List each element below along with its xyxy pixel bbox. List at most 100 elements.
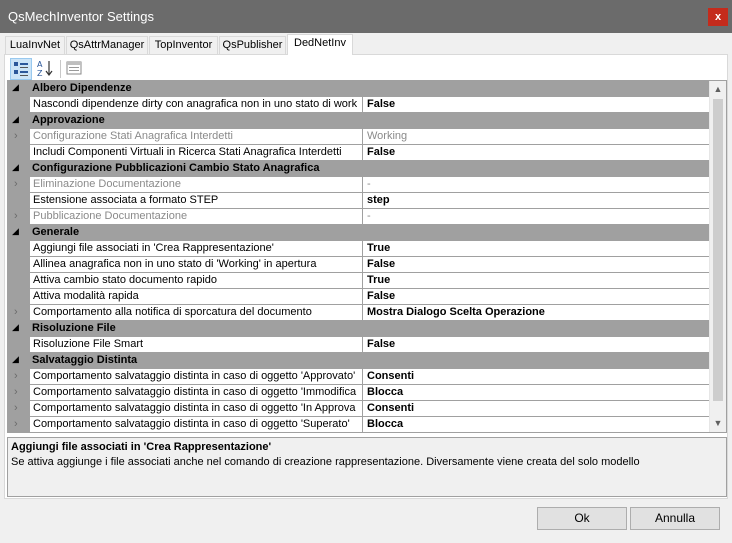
property-value[interactable]: Blocca (363, 385, 709, 401)
category-risoluzione-file[interactable]: ◢ Risoluzione File (8, 321, 709, 337)
property-value[interactable]: Blocca (363, 417, 709, 432)
scroll-down-icon[interactable]: ▼ (710, 415, 726, 432)
tab-qsattrmanager[interactable]: QsAttrManager (66, 36, 148, 54)
property-name: Eliminazione Documentazione (30, 177, 363, 193)
categorized-view-icon (14, 62, 28, 76)
category-salvataggio-distinta[interactable]: ◢ Salvataggio Distinta (8, 353, 709, 369)
expand-chevron-icon[interactable]: › (14, 178, 18, 190)
property-value[interactable]: False (363, 289, 709, 305)
property-row[interactable]: Risoluzione File Smart False (8, 337, 709, 353)
property-value[interactable]: Consenti (363, 369, 709, 385)
property-row[interactable]: Allinea anagrafica non in uno stato di '… (8, 257, 709, 273)
collapse-icon[interactable]: ◢ (12, 354, 19, 365)
property-value[interactable]: step (363, 193, 709, 209)
cancel-button[interactable]: Annulla (630, 507, 720, 530)
collapse-icon[interactable]: ◢ (12, 226, 19, 237)
scroll-up-icon[interactable]: ▲ (710, 81, 726, 98)
window-title: QsMechInventor Settings (8, 9, 154, 24)
expand-chevron-icon[interactable]: › (14, 210, 18, 222)
property-name: Comportamento salvataggio distinta in ca… (30, 417, 363, 432)
row-margin (8, 337, 30, 353)
row-margin: › (8, 417, 30, 432)
property-value[interactable]: False (363, 257, 709, 273)
category-label: Salvataggio Distinta (32, 354, 138, 366)
property-row[interactable]: › Eliminazione Documentazione - (8, 177, 709, 193)
property-name: Comportamento alla notifica di sporcatur… (30, 305, 363, 321)
row-margin: › (8, 305, 30, 321)
property-row[interactable]: Attiva modalità rapida False (8, 289, 709, 305)
scroll-thumb[interactable] (713, 99, 723, 401)
property-value: - (363, 177, 709, 193)
row-margin: › (8, 385, 30, 401)
ok-button[interactable]: Ok (537, 507, 627, 530)
collapse-icon[interactable]: ◢ (12, 82, 19, 93)
row-margin: › (8, 129, 30, 145)
property-name: Comportamento salvataggio distinta in ca… (30, 385, 363, 401)
property-row[interactable]: › Comportamento salvataggio distinta in … (8, 417, 709, 432)
collapse-icon[interactable]: ◢ (12, 114, 19, 125)
expand-chevron-icon[interactable]: › (14, 418, 18, 430)
property-value[interactable]: True (363, 241, 709, 257)
category-albero-dipendenze[interactable]: ◢ Albero Dipendenze (8, 81, 709, 97)
property-row[interactable]: › Pubblicazione Documentazione - (8, 209, 709, 225)
property-row[interactable]: Attiva cambio stato documento rapido Tru… (8, 273, 709, 289)
close-button[interactable]: x (708, 8, 728, 26)
property-row[interactable]: Includi Componenti Virtuali in Ricerca S… (8, 145, 709, 161)
row-margin: › (8, 369, 30, 385)
property-row[interactable]: Estensione associata a formato STEP step (8, 193, 709, 209)
row-margin: › (8, 209, 30, 225)
property-value[interactable]: True (363, 273, 709, 289)
property-row[interactable]: › Comportamento salvataggio distinta in … (8, 385, 709, 401)
row-margin (8, 273, 30, 289)
category-approvazione[interactable]: ◢ Approvazione (8, 113, 709, 129)
property-row[interactable]: › Comportamento salvataggio distinta in … (8, 369, 709, 385)
property-row[interactable]: › Comportamento salvataggio distinta in … (8, 401, 709, 417)
tab-dednetinv[interactable]: DedNetInv (287, 34, 353, 55)
property-value[interactable]: Mostra Dialogo Scelta Operazione (363, 305, 709, 321)
property-row[interactable]: Nascondi dipendenze dirty con anagrafica… (8, 97, 709, 113)
property-value[interactable]: False (363, 145, 709, 161)
collapse-icon[interactable]: ◢ (12, 162, 19, 173)
expand-chevron-icon[interactable]: › (14, 386, 18, 398)
expand-chevron-icon[interactable]: › (14, 130, 18, 142)
category-label: Risoluzione File (32, 322, 116, 334)
property-name: Attiva modalità rapida (30, 289, 363, 305)
row-margin (8, 241, 30, 257)
collapse-icon[interactable]: ◢ (12, 322, 19, 333)
row-margin: › (8, 401, 30, 417)
property-name: Comportamento salvataggio distinta in ca… (30, 369, 363, 385)
tab-page-dednetinv: A Z ◢ Albero Dipendenze Nascondi dipende… (4, 54, 728, 499)
row-margin (8, 257, 30, 273)
property-grid[interactable]: ◢ Albero Dipendenze Nascondi dipendenze … (7, 80, 727, 433)
property-value[interactable]: Consenti (363, 401, 709, 417)
toolbar-separator (60, 60, 61, 78)
category-label: Configurazione Pubblicazioni Cambio Stat… (32, 162, 320, 174)
row-margin (8, 289, 30, 305)
help-panel: Aggiungi file associati in 'Crea Rappres… (7, 437, 727, 497)
expand-chevron-icon[interactable]: › (14, 306, 18, 318)
category-label: Albero Dipendenze (32, 82, 132, 94)
categorized-view-button[interactable] (10, 58, 32, 80)
property-row[interactable]: Aggiungi file associati in 'Crea Rappres… (8, 241, 709, 257)
property-value[interactable]: False (363, 97, 709, 113)
property-name: Configurazione Stati Anagrafica Interdet… (30, 129, 363, 145)
svg-text:Z: Z (37, 69, 43, 78)
property-name: Attiva cambio stato documento rapido (30, 273, 363, 289)
property-value[interactable]: False (363, 337, 709, 353)
row-margin: › (8, 177, 30, 193)
category-generale[interactable]: ◢ Generale (8, 225, 709, 241)
vertical-scrollbar[interactable]: ▲ ▼ (709, 81, 726, 432)
category-configurazione-pubblicazioni[interactable]: ◢ Configurazione Pubblicazioni Cambio St… (8, 161, 709, 177)
property-value: Working (363, 129, 709, 145)
expand-chevron-icon[interactable]: › (14, 402, 18, 414)
expand-chevron-icon[interactable]: › (14, 370, 18, 382)
tab-topinventor[interactable]: TopInventor (149, 36, 218, 54)
property-pages-button[interactable] (64, 58, 86, 80)
alphabetical-sort-button[interactable]: A Z (35, 58, 57, 80)
property-name: Estensione associata a formato STEP (30, 193, 363, 209)
tab-luainvnet[interactable]: LuaInvNet (5, 36, 65, 54)
property-row[interactable]: › Configurazione Stati Anagrafica Interd… (8, 129, 709, 145)
property-row[interactable]: › Comportamento alla notifica di sporcat… (8, 305, 709, 321)
row-margin (8, 145, 30, 161)
tab-qspublisher[interactable]: QsPublisher (219, 36, 286, 54)
